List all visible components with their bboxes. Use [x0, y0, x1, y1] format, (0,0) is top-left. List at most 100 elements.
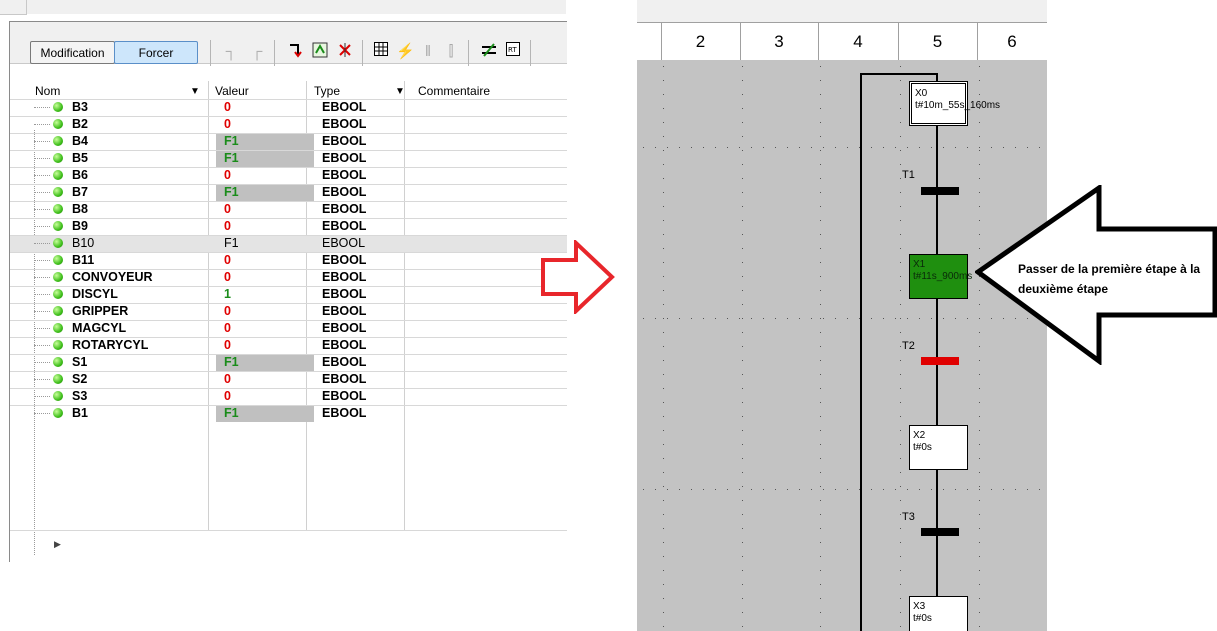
step-x1[interactable]: X1 t#11s_900ms	[909, 254, 972, 299]
step-name: X0	[915, 88, 928, 99]
table-row[interactable]: B9 0 EBOOL	[10, 218, 567, 235]
table-icon[interactable]	[372, 42, 390, 62]
force-0-icon[interactable]: ┐	[222, 42, 240, 62]
variable-value-cell[interactable]: 0	[216, 269, 314, 286]
row-divider	[10, 303, 567, 304]
table-row[interactable]: S1 F1 EBOOL	[10, 354, 567, 371]
transition-label: T2	[902, 340, 915, 352]
column-valeur[interactable]: Valeur	[215, 84, 249, 98]
variable-value-cell[interactable]: F1	[216, 133, 314, 150]
variable-type: EBOOL	[322, 321, 367, 335]
step-x2[interactable]: X2 t#0s	[909, 425, 968, 470]
row-divider	[10, 269, 567, 270]
table-row[interactable]: B2 0 EBOOL	[10, 116, 567, 133]
variable-value-cell[interactable]: F1	[216, 354, 314, 371]
new-row-arrow-icon[interactable]: ▶	[54, 539, 61, 550]
row-divider	[10, 530, 567, 531]
variable-type: EBOOL	[322, 100, 367, 114]
force-1-icon[interactable]: ┌	[248, 42, 266, 62]
modification-button[interactable]: Modification	[30, 41, 115, 64]
variable-value: 0	[224, 168, 231, 182]
tree-connector	[34, 260, 50, 261]
lightning-icon[interactable]: ⚡	[396, 42, 415, 62]
row-divider	[10, 235, 567, 236]
row-divider	[10, 320, 567, 321]
variable-value-cell[interactable]: 0	[216, 388, 314, 405]
variable-name: MAGCYL	[72, 321, 127, 335]
forcer-button[interactable]: Forcer	[114, 41, 198, 64]
variable-value-cell[interactable]: F1	[216, 150, 314, 167]
tree-connector	[34, 413, 50, 414]
row-divider	[10, 218, 567, 219]
unforce-icon[interactable]	[336, 42, 354, 62]
table-row[interactable]: GRIPPER 0 EBOOL	[10, 303, 567, 320]
variable-value: F1	[224, 185, 239, 199]
variable-value: 0	[224, 253, 231, 267]
variable-value-cell[interactable]: 0	[216, 116, 314, 133]
variable-table-window: Modification Forcer ┐ ┌ ⚡ ‖ ⫿ RT Nom ▼ V…	[0, 0, 567, 565]
variable-type: EBOOL	[322, 270, 367, 284]
variable-value-cell[interactable]: 0	[216, 337, 314, 354]
step-time: t#0s	[913, 613, 932, 624]
variable-type: EBOOL	[322, 253, 367, 267]
table-row[interactable]: DISCYL 1 EBOOL	[10, 286, 567, 303]
table-row[interactable]: B1 F1 EBOOL	[10, 405, 567, 422]
variable-value-cell[interactable]: 0	[216, 371, 314, 388]
variable-value: F1	[224, 406, 239, 420]
tree-connector	[34, 345, 50, 346]
column-nom[interactable]: Nom	[35, 84, 60, 98]
ruler-cell	[637, 23, 662, 60]
transition-t2[interactable]	[921, 357, 959, 365]
variable-status-icon	[53, 187, 63, 197]
sort-down-icon[interactable]: ▼	[190, 86, 200, 97]
variable-type: EBOOL	[322, 406, 367, 420]
table-row[interactable]: B4 F1 EBOOL	[10, 133, 567, 150]
variable-value-cell[interactable]: 0	[216, 320, 314, 337]
step-time: t#0s	[913, 442, 932, 453]
table-row[interactable]: B11 0 EBOOL	[10, 252, 567, 269]
column-type[interactable]: Type	[314, 84, 340, 98]
table-row[interactable]: MAGCYL 0 EBOOL	[10, 320, 567, 337]
tree-connector	[34, 209, 50, 210]
tree-connector	[34, 192, 50, 193]
variable-value-cell[interactable]: 0	[216, 167, 314, 184]
variable-value-cell[interactable]: F1	[216, 235, 314, 252]
transition-t3[interactable]	[921, 528, 959, 536]
column-commentaire[interactable]: Commentaire	[418, 84, 490, 98]
tree-connector	[34, 158, 50, 159]
toolbar-separator	[274, 40, 275, 66]
variable-value-cell[interactable]: 1	[216, 286, 314, 303]
variable-value-cell[interactable]: F1	[216, 184, 314, 201]
transition-t1[interactable]	[921, 187, 959, 195]
table-row[interactable]: ROTARYCYL 0 EBOOL	[10, 337, 567, 354]
variable-value-cell[interactable]: F1	[216, 405, 314, 422]
table-row[interactable]: B8 0 EBOOL	[10, 201, 567, 218]
step-x3[interactable]: X3 t#0s	[909, 596, 968, 631]
variable-status-icon	[53, 102, 63, 112]
table-row[interactable]: CONVOYEUR 0 EBOOL	[10, 269, 567, 286]
table-row[interactable]: S3 0 EBOOL	[10, 388, 567, 405]
table-row[interactable]: B6 0 EBOOL	[10, 167, 567, 184]
table-row[interactable]: S2 0 EBOOL	[10, 371, 567, 388]
variable-value-cell[interactable]: 0	[216, 201, 314, 218]
variable-type: EBOOL	[322, 219, 367, 233]
set-falling-icon[interactable]	[286, 42, 304, 62]
table-row[interactable]: B5 F1 EBOOL	[10, 150, 567, 167]
table-row[interactable]: B3 0 EBOOL	[10, 99, 567, 116]
table-row[interactable]: B7 F1 EBOOL	[10, 184, 567, 201]
step-x0[interactable]: X0 t#10m_55s_160ms	[909, 81, 1000, 126]
modify-value-icon[interactable]	[480, 42, 498, 62]
variable-value-cell[interactable]: 0	[216, 218, 314, 235]
variable-value-cell[interactable]: 0	[216, 303, 314, 320]
set-rising-icon[interactable]	[311, 42, 329, 62]
bracket-arrow-icon[interactable]: ⫿	[442, 42, 460, 62]
bracket-icon[interactable]: ‖	[419, 42, 437, 62]
variable-value-cell[interactable]: 0	[216, 99, 314, 116]
tree-connector	[34, 107, 50, 108]
table-row[interactable]: B10 F1 EBOOL	[10, 235, 567, 252]
hex-display-icon[interactable]: RT	[504, 42, 522, 62]
row-divider	[10, 405, 567, 406]
ruler-column-2: 2	[661, 23, 741, 60]
variable-value-cell[interactable]: 0	[216, 252, 314, 269]
variable-type: EBOOL	[322, 117, 367, 131]
